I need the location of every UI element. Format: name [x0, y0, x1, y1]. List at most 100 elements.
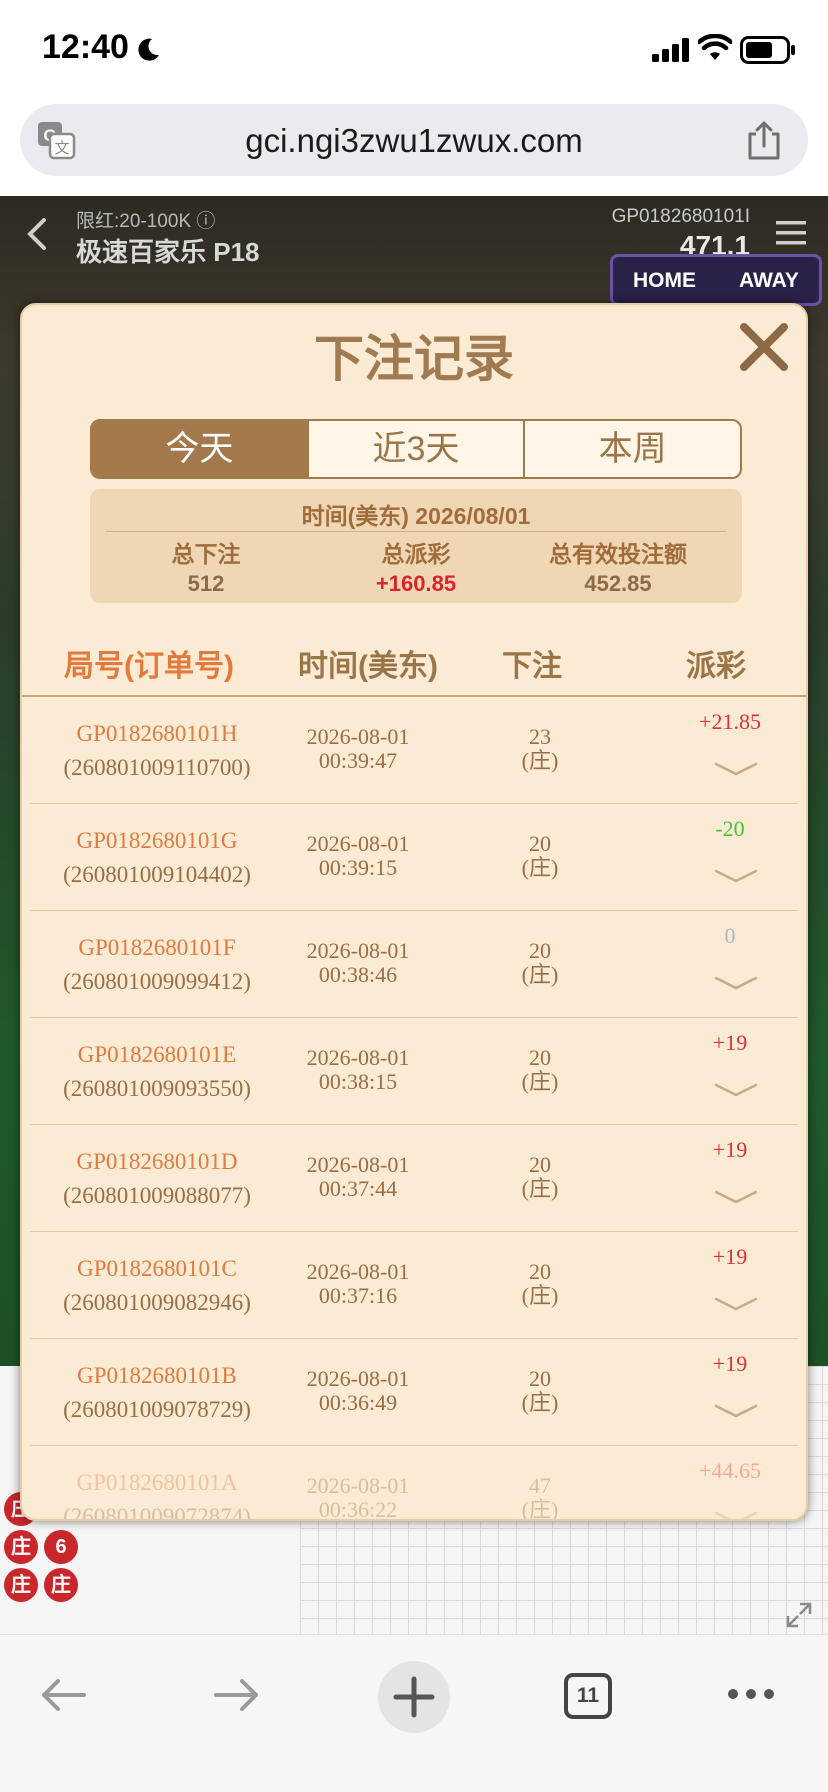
translate-icon[interactable]: G 文: [36, 120, 76, 160]
bet-time: 00:36:49: [318, 1390, 398, 1415]
address-bar[interactable]: G 文 gci.ngi3zwu1zwux.com: [20, 104, 808, 176]
bet-side: (庄): [521, 1390, 559, 1415]
expand-chevron-icon[interactable]: [712, 866, 760, 886]
records-list: GP0182680101H (260801009110700) 2026-08-01…: [22, 697, 806, 1521]
bet-cell: 20 (庄): [500, 1367, 580, 1415]
table-row[interactable]: GP0182680101D (260801009088077) 2026-08-01…: [30, 1125, 798, 1232]
total-payout-value: +160.85: [375, 571, 457, 596]
bet-time: 00:38:46: [318, 962, 398, 987]
round-id: GP0182680101G: [76, 828, 238, 853]
bet-amount: 23: [529, 724, 551, 749]
order-number: (260801009093550): [63, 1076, 251, 1101]
bet-cell: 20 (庄): [500, 1046, 580, 1094]
wifi-icon: [698, 34, 732, 60]
order-number: (260801009099412): [63, 969, 251, 994]
order-number: (260801009104402): [63, 862, 251, 887]
tab-today[interactable]: 今天: [92, 421, 309, 477]
time-cell: 2026-08-01 00:38:46: [280, 939, 436, 987]
fullscreen-icon[interactable]: [784, 1600, 814, 1630]
home-label: HOME: [633, 269, 696, 292]
away-label: AWAY: [739, 269, 799, 292]
modal-title: 下注记录: [314, 331, 514, 387]
tab-switcher-button[interactable]: 11: [564, 1673, 612, 1719]
bet-limit-text[interactable]: 限红:20-100K ⓘ: [76, 206, 215, 233]
column-header-payout: 派彩: [686, 650, 746, 683]
order-number: (260801009072874): [63, 1504, 251, 1521]
order-number: (260801009078729): [63, 1397, 251, 1422]
back-arrow-icon[interactable]: [38, 1675, 88, 1715]
bet-cell: 20 (庄): [500, 832, 580, 880]
forward-arrow-icon[interactable]: [212, 1675, 262, 1715]
bet-time: 00:36:22: [318, 1497, 398, 1521]
round-cell: GP0182680101B (260801009078729): [30, 1359, 284, 1427]
expand-chevron-icon[interactable]: [712, 1401, 760, 1421]
table-row[interactable]: GP0182680101F (260801009099412) 2026-08-01…: [30, 911, 798, 1018]
round-id: GP0182680101D: [76, 1149, 238, 1174]
summary-divider: [106, 531, 726, 532]
round-cell: GP0182680101F (260801009099412): [30, 931, 284, 999]
payout-value: +19: [712, 1030, 748, 1055]
expand-chevron-icon[interactable]: [712, 759, 760, 779]
back-chevron-icon[interactable]: [26, 216, 48, 252]
total-bet: 总下注 512: [106, 539, 306, 599]
bet-cell: 23 (庄): [500, 725, 580, 773]
round-id: GP0182680101B: [77, 1363, 237, 1388]
game-header: 限红:20-100K ⓘ 极速百家乐 P18 GP0182680101I 471…: [0, 196, 828, 306]
svg-text:文: 文: [54, 139, 69, 157]
bet-cell: 47 (庄): [500, 1474, 580, 1521]
total-valid-bet: 总有效投注额 452.85: [518, 539, 718, 599]
bet-date: 2026-08-01: [306, 1473, 410, 1498]
table-row[interactable]: GP0182680101H (260801009110700) 2026-08-01…: [30, 697, 798, 804]
total-valid-bet-label: 总有效投注额: [549, 541, 687, 567]
round-id: GP0182680101I: [611, 206, 750, 227]
expand-chevron-icon[interactable]: [712, 1508, 760, 1521]
bet-amount: 20: [529, 1366, 551, 1391]
tab-this-week[interactable]: 本周: [525, 421, 740, 477]
time-cell: 2026-08-01 00:36:22: [280, 1473, 436, 1521]
table-row[interactable]: GP0182680101E (260801009093550) 2026-08-01…: [30, 1018, 798, 1125]
bet-date: 2026-08-01: [306, 1152, 410, 1177]
more-icon[interactable]: [726, 1687, 776, 1701]
total-bet-label: 总下注: [171, 541, 241, 567]
share-icon[interactable]: [746, 120, 782, 160]
round-cell: GP0182680101H (260801009110700): [30, 717, 284, 785]
bet-time: 00:39:15: [318, 855, 398, 880]
bet-time: 00:39:47: [318, 748, 398, 773]
round-cell: GP0182680101C (260801009082946): [30, 1252, 284, 1320]
bet-side: (庄): [521, 748, 559, 773]
bet-cell: 20 (庄): [500, 1260, 580, 1308]
expand-chevron-icon[interactable]: [712, 1294, 760, 1314]
url-text[interactable]: gci.ngi3zwu1zwux.com: [120, 122, 708, 160]
table-row[interactable]: GP0182680101B (260801009078729) 2026-08-01…: [30, 1339, 798, 1446]
time-cell: 2026-08-01 00:36:49: [280, 1367, 436, 1415]
payout-value: +19: [712, 1244, 748, 1269]
expand-chevron-icon[interactable]: [712, 1080, 760, 1100]
new-tab-button[interactable]: [378, 1661, 450, 1733]
column-header-round: 局号(订单号): [64, 650, 234, 683]
round-cell: GP0182680101A (260801009072874): [30, 1466, 284, 1521]
close-icon[interactable]: [736, 319, 792, 375]
menu-icon[interactable]: [774, 218, 808, 248]
table-row[interactable]: GP0182680101C (260801009082946) 2026-08-01…: [30, 1232, 798, 1339]
road-cell: 庄: [4, 1530, 38, 1564]
tab-last-3-days[interactable]: 近3天: [309, 421, 526, 477]
bet-cell: 20 (庄): [500, 1153, 580, 1201]
bet-time: 00:37:44: [318, 1176, 398, 1201]
order-number: (260801009082946): [63, 1290, 251, 1315]
round-cell: GP0182680101G (260801009104402): [30, 824, 284, 892]
order-number: (260801009088077): [63, 1183, 251, 1208]
battery-icon: [740, 36, 795, 64]
bet-side: (庄): [521, 1497, 559, 1521]
time-cell: 2026-08-01 00:39:15: [280, 832, 436, 880]
road-cell: 庄: [44, 1568, 78, 1602]
expand-chevron-icon[interactable]: [712, 1187, 760, 1207]
round-id: GP0182680101E: [77, 1042, 237, 1067]
summary-panel: 时间(美东) 2026/08/01 总下注 512 总派彩 +160.85 总有…: [90, 489, 742, 603]
home-away-banner: HOME AWAY: [610, 254, 822, 306]
table-row[interactable]: GP0182680101A (260801009072874) 2026-08-01…: [30, 1446, 798, 1521]
summary-date: 时间(美东) 2026/08/01: [301, 503, 531, 529]
round-id: GP0182680101H: [76, 721, 238, 746]
table-row[interactable]: GP0182680101G (260801009104402) 2026-08-01…: [30, 804, 798, 911]
bet-records-modal: 下注记录 今天 近3天 本周 时间(美东) 2026/08/01 总下注 512…: [20, 303, 808, 1521]
expand-chevron-icon[interactable]: [712, 973, 760, 993]
